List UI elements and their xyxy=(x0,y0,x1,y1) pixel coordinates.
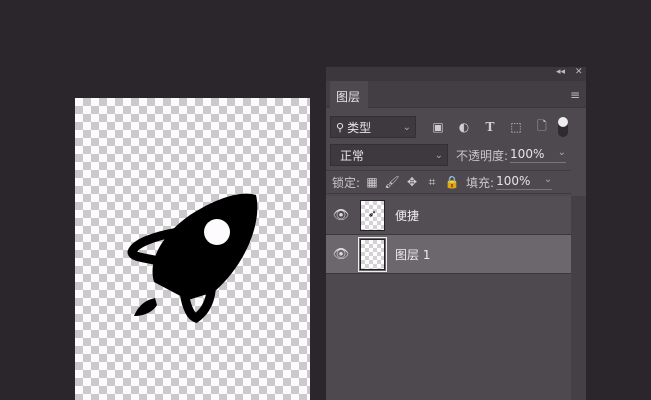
chevron-down-icon[interactable]: ⌄ xyxy=(558,147,566,158)
layer-thumbnail xyxy=(358,236,387,272)
rocket-body xyxy=(152,193,258,300)
lock-move-icon[interactable]: ✥ xyxy=(402,175,422,189)
eye-icon[interactable]: 👁 xyxy=(326,208,356,223)
panel-titlebar: ◂◂ ✕ xyxy=(326,67,586,81)
search-icon: ⚲ xyxy=(336,120,345,134)
fill-input[interactable]: 100% ⌄ xyxy=(496,174,553,190)
layer-row[interactable]: 👁 ➶ 便捷 xyxy=(326,196,571,235)
lock-label: 锁定: xyxy=(332,175,361,190)
filter-kind-select[interactable]: ⚲ 类型 ⌄ xyxy=(330,116,416,138)
chevron-down-icon: ⌄ xyxy=(434,149,443,161)
layer-name[interactable]: 便捷 xyxy=(395,207,419,224)
lock-brush-icon[interactable]: 🖌 xyxy=(382,175,402,189)
image-filter-icon[interactable]: ▣ xyxy=(428,120,448,134)
close-icon[interactable]: ✕ xyxy=(575,67,583,77)
fill-label: 填充: xyxy=(466,175,495,190)
tab-layers[interactable]: 图层 xyxy=(330,81,368,109)
filter-toggle-icon[interactable] xyxy=(558,117,568,137)
layer-name[interactable]: 图层 1 xyxy=(395,246,430,263)
chevron-down-icon: ⌄ xyxy=(402,121,411,133)
shape-filter-icon[interactable]: ⬚ xyxy=(506,120,526,134)
layers-scrollbar[interactable] xyxy=(571,196,586,400)
layers-panel: ◂◂ ✕ 图层 ≡ ⚲ 类型 ⌄ ▣ ◐ T ⬚ 🗋 正常 ⌄ 不透明度: 100%… xyxy=(326,67,586,400)
smart-object-filter-icon[interactable]: 🗋 xyxy=(532,117,552,138)
opacity-input[interactable]: 100% ⌄ xyxy=(510,147,567,163)
layer-row-selected[interactable]: 👁 图层 1 xyxy=(326,235,571,274)
rocket-flame xyxy=(134,298,157,316)
lock-artboard-icon[interactable]: ⌗ xyxy=(422,175,442,190)
layer-thumbnail: ➶ xyxy=(360,199,385,231)
rocket-window xyxy=(204,219,230,245)
document-canvas[interactable] xyxy=(75,98,310,400)
lock-all-icon[interactable]: 🔒 xyxy=(442,175,462,189)
adjustment-filter-icon[interactable]: ◐ xyxy=(454,120,474,134)
lock-transparent-icon[interactable]: ▦ xyxy=(362,175,382,189)
type-filter-icon[interactable]: T xyxy=(480,120,500,134)
blend-mode-select[interactable]: 正常 ⌄ xyxy=(330,144,448,166)
panel-menu-icon[interactable]: ≡ xyxy=(570,88,580,102)
chevron-down-icon[interactable]: ⌄ xyxy=(544,174,552,185)
collapse-icon[interactable]: ◂◂ xyxy=(556,67,565,77)
eye-icon[interactable]: 👁 xyxy=(326,247,356,262)
rocket-shape xyxy=(127,193,258,323)
opacity-label: 不透明度: xyxy=(456,148,509,163)
